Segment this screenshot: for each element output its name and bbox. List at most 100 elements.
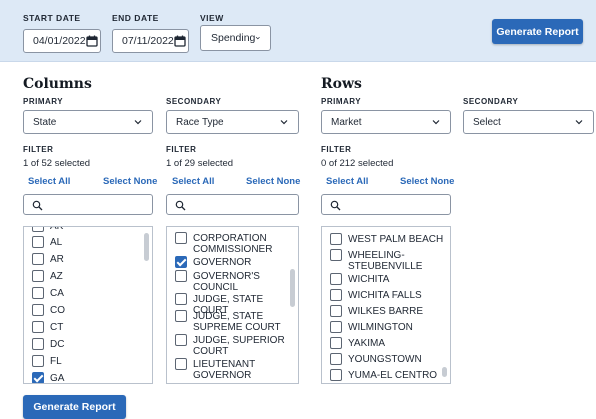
list-item[interactable]: CORPORATION COMMISSIONER [175, 232, 293, 255]
end-date-label: END DATE [112, 13, 159, 23]
checkbox[interactable] [32, 227, 44, 232]
checkbox[interactable] [175, 334, 187, 346]
checkbox[interactable] [330, 273, 342, 285]
chevron-down-icon [280, 120, 288, 125]
list-item[interactable]: YOUNGSTOWN [330, 353, 446, 365]
list-item[interactable]: WILMINGTON [330, 321, 446, 333]
checkbox[interactable] [32, 355, 44, 367]
list-item[interactable]: FL [32, 355, 150, 367]
checkbox[interactable] [32, 321, 44, 333]
columns-secondary-label: SECONDARY [166, 97, 222, 106]
rows-primary-select[interactable]: Market [321, 110, 451, 134]
list-item-label: LIEUTENANT GOVERNOR [193, 359, 256, 381]
columns-primary-label: PRIMARY [23, 97, 64, 106]
columns-secondary-select-all[interactable]: Select All [172, 176, 214, 187]
list-item[interactable]: AL [32, 236, 150, 248]
columns-secondary-select[interactable]: Race Type [166, 110, 299, 134]
list-item[interactable]: CA [32, 287, 150, 299]
rows-primary-filter-label: FILTER [321, 145, 352, 154]
rows-primary-list[interactable]: WEST PALM BEACH WHEELING-STEUBENVILLE WICH… [321, 226, 451, 384]
chevron-down-icon [575, 120, 583, 125]
checkbox[interactable] [175, 270, 187, 282]
columns-primary-list[interactable]: AKALARAZCACOCTDCFLGAHI [23, 226, 153, 384]
filter-toolbar: START DATE 04/01/2022 END DATE 07/11/202… [0, 0, 596, 62]
list-item[interactable]: WICHITA FALLS [330, 289, 446, 301]
checkbox[interactable] [32, 287, 44, 299]
list-item[interactable]: JUDGE, SUPERIOR COURT [175, 334, 293, 357]
list-item-label: YAKIMA [348, 338, 386, 349]
rows-primary-select-none[interactable]: Select None [400, 176, 454, 187]
list-item[interactable]: CT [32, 321, 150, 333]
generate-report-button-bottom[interactable]: Generate Report [23, 395, 126, 419]
calendar-icon[interactable] [85, 35, 98, 47]
checkbox[interactable] [330, 337, 342, 349]
columns-primary-search-input[interactable] [23, 194, 153, 215]
list-item[interactable]: GA [32, 372, 150, 383]
columns-secondary-search-input[interactable] [166, 194, 299, 215]
scrollbar-thumb[interactable] [442, 367, 447, 377]
list-item[interactable]: GOVERNOR [175, 256, 293, 268]
checkbox[interactable] [330, 233, 342, 245]
list-item-label: YUMA-EL CENTRO [348, 370, 438, 381]
checkbox[interactable] [32, 253, 44, 265]
view-select[interactable]: Spending [200, 25, 271, 51]
list-item[interactable]: YUMA-EL CENTRO [330, 369, 446, 381]
list-item[interactable]: CO [32, 304, 150, 316]
checkbox[interactable] [175, 293, 187, 305]
list-item-label: GOVERNOR [193, 257, 252, 268]
list-item-label: YOUNGSTOWN [348, 354, 422, 365]
list-item[interactable]: WICHITA [330, 273, 446, 285]
checkbox-checked[interactable] [32, 372, 44, 383]
list-item-label: CO [50, 305, 65, 316]
list-item-label: WEST PALM BEACH [348, 234, 444, 245]
checkbox[interactable] [330, 321, 342, 333]
rows-secondary-select[interactable]: Select [463, 110, 594, 134]
checkbox[interactable] [32, 304, 44, 316]
checkbox[interactable] [330, 353, 342, 365]
list-item[interactable]: DC [32, 338, 150, 350]
columns-secondary-filter-label: FILTER [166, 145, 197, 154]
list-item[interactable]: AZ [32, 270, 150, 282]
columns-secondary-select-none[interactable]: Select None [246, 176, 300, 187]
checkbox[interactable] [32, 270, 44, 282]
rows-primary-search-input[interactable] [321, 194, 451, 215]
list-item-label: AL [50, 237, 63, 248]
columns-primary-select-all[interactable]: Select All [28, 176, 70, 187]
columns-primary-count: 1 of 52 selected [23, 158, 91, 169]
rows-primary-select-all[interactable]: Select All [326, 176, 368, 187]
scrollbar-thumb[interactable] [144, 233, 149, 261]
checkbox[interactable] [175, 232, 187, 244]
list-item[interactable]: JUDGE, STATE SUPREME COURT [175, 310, 293, 333]
checkbox[interactable] [330, 249, 342, 261]
checkbox-checked[interactable] [175, 256, 187, 268]
checkbox[interactable] [32, 338, 44, 350]
generate-report-button[interactable]: Generate Report [492, 19, 583, 44]
columns-primary-select-none[interactable]: Select None [103, 176, 157, 187]
columns-secondary-list[interactable]: CORPORATION COMMISSIONER GOVERNOR GOVERNOR… [166, 226, 299, 384]
checkbox[interactable] [330, 305, 342, 317]
checkbox[interactable] [175, 358, 187, 370]
list-item-label: CORPORATION COMMISSIONER [193, 233, 273, 255]
list-item-label: CT [50, 322, 64, 333]
list-item[interactable]: WILKES BARRE [330, 305, 446, 317]
end-date-input[interactable]: 07/11/2022 [112, 29, 189, 53]
start-date-input[interactable]: 04/01/2022 [23, 29, 101, 53]
columns-secondary-value: Race Type [176, 116, 224, 128]
list-item[interactable]: WEST PALM BEACH [330, 233, 446, 245]
calendar-icon[interactable] [174, 35, 186, 47]
list-item[interactable]: AK [32, 227, 150, 232]
list-item[interactable]: GOVERNOR'S COUNCIL [175, 270, 293, 293]
list-item[interactable]: WHEELING-STEUBENVILLE [330, 249, 446, 272]
checkbox[interactable] [32, 236, 44, 248]
checkbox[interactable] [175, 310, 187, 322]
scrollbar-thumb[interactable] [290, 269, 295, 307]
list-item-label: WILMINGTON [348, 322, 413, 333]
columns-primary-select[interactable]: State [23, 110, 153, 134]
checkbox[interactable] [330, 369, 342, 381]
rows-secondary-label: SECONDARY [463, 97, 519, 106]
rows-secondary-value: Select [473, 116, 501, 128]
list-item[interactable]: YAKIMA [330, 337, 446, 349]
checkbox[interactable] [330, 289, 342, 301]
list-item[interactable]: AR [32, 253, 150, 265]
list-item[interactable]: LIEUTENANT GOVERNOR [175, 358, 293, 381]
